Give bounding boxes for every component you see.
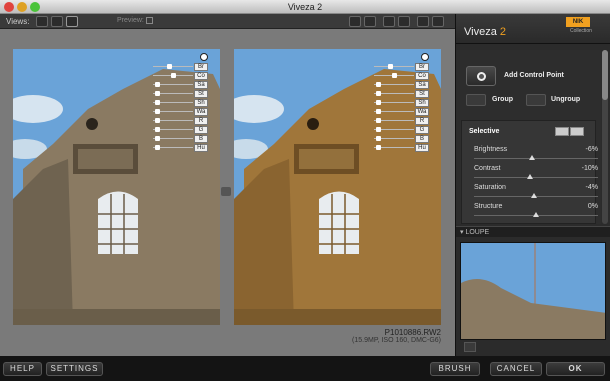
control-point-after[interactable]: Br Co Sa St Sh Wa R G B Hu (374, 53, 434, 153)
cp-slider-red[interactable]: R (153, 117, 213, 125)
slider-label: Saturation (474, 184, 506, 191)
single-view-icon[interactable] (36, 16, 48, 27)
nik-logo: NIK (566, 17, 590, 27)
slider-contrast[interactable]: Contrast -10% (474, 165, 598, 182)
loupe-label: ▾ LOUPE (460, 229, 490, 236)
ungroup-button[interactable]: Ungroup (551, 96, 580, 103)
viveza-window: Viveza 2 Views: Preview: Br Co Sa St Sh … (0, 0, 610, 381)
ok-button[interactable]: OK (546, 362, 605, 376)
after-photo[interactable]: Br Co Sa St Sh Wa R G B Hu (234, 49, 441, 325)
close-window-button[interactable] (4, 2, 14, 12)
group-icon[interactable] (466, 94, 486, 106)
slider-label: Contrast (474, 165, 501, 172)
background-icon[interactable] (417, 16, 429, 27)
arrow-tool-icon[interactable] (349, 16, 361, 27)
slider-thumb[interactable] (533, 212, 539, 217)
bottom-bar: HELP SETTINGS BRUSH CANCEL OK (0, 356, 610, 381)
cp-slider-shadow[interactable]: Sh (153, 99, 213, 107)
cp-slider-warmth[interactable]: Wa (374, 108, 434, 116)
control-point-handle[interactable] (200, 53, 208, 61)
copy-icon[interactable] (555, 127, 569, 136)
side-by-side-view-icon[interactable] (66, 16, 78, 27)
loupe-image (461, 243, 605, 339)
cp-slider-green[interactable]: G (153, 126, 213, 134)
cp-slider-brightness[interactable]: Br (374, 63, 434, 71)
image-filename: P1010886.RW2 (384, 328, 441, 337)
cp-slider-saturation[interactable]: Sa (153, 81, 213, 89)
group-button[interactable]: Group (492, 96, 513, 103)
window-title: Viveza 2 (287, 2, 323, 12)
slider-thumb[interactable] (526, 174, 533, 179)
zoom-out-icon[interactable] (398, 16, 410, 27)
slider-saturation[interactable]: Saturation -4% (474, 184, 598, 201)
zoom-in-icon[interactable] (383, 16, 395, 27)
cancel-button[interactable]: CANCEL (490, 362, 542, 376)
settings-button[interactable]: SETTINGS (46, 362, 103, 376)
cp-slider-contrast[interactable]: Co (153, 72, 213, 80)
app-name: Viveza 2 (464, 26, 507, 38)
cp-slider-contrast[interactable]: Co (374, 72, 434, 80)
cp-slider-blue[interactable]: B (374, 135, 434, 143)
loupe-header[interactable]: ▾ LOUPE (456, 226, 610, 237)
nik-collection-label: Collection (570, 28, 592, 34)
control-sidebar: Viveza 2 NIK Collection Add Control Poin… (455, 14, 610, 356)
brush-button[interactable]: BRUSH (430, 362, 480, 376)
image-info: P1010886.RW2 (15.9MP, ISO 160, DMC-G6) (300, 328, 441, 344)
minimize-window-button[interactable] (17, 2, 27, 12)
control-panel: Add Control Point Group Ungroup Selectiv… (456, 50, 601, 224)
image-metadata: (15.9MP, ISO 160, DMC-G6) (352, 337, 441, 344)
slider-track[interactable] (474, 158, 598, 159)
slider-value: -4% (585, 184, 598, 191)
ungroup-icon[interactable] (526, 94, 546, 106)
sidebar-scrollbar[interactable] (602, 50, 608, 224)
cp-slider-structure[interactable]: St (374, 90, 434, 98)
cp-slider-hue[interactable]: Hu (153, 144, 213, 152)
loupe-view[interactable] (460, 242, 606, 340)
preview-checkbox[interactable] (146, 17, 153, 24)
cp-slider-green[interactable]: G (374, 126, 434, 134)
slider-brightness[interactable]: Brightness -6% (474, 146, 598, 163)
slider-label: Brightness (474, 146, 508, 153)
slider-thumb[interactable] (530, 193, 537, 198)
add-control-point-label: Add Control Point (504, 72, 564, 79)
slider-value: -6% (585, 146, 598, 153)
cp-slider-structure[interactable]: St (153, 90, 213, 98)
pin-icon[interactable] (464, 342, 476, 352)
main-toolbar: Views: Preview: (0, 14, 455, 29)
help-button[interactable]: HELP (3, 362, 42, 376)
slider-structure[interactable]: Structure 0% (474, 203, 598, 220)
cp-slider-saturation[interactable]: Sa (374, 81, 434, 89)
slider-value: -10% (581, 165, 598, 172)
sidebar-scrollbar-thumb[interactable] (602, 50, 608, 100)
preview-label: Preview: (117, 17, 144, 24)
cp-slider-warmth[interactable]: Wa (153, 108, 213, 116)
hand-tool-icon[interactable] (364, 16, 376, 27)
image-canvas[interactable]: Br Co Sa St Sh Wa R G B Hu Br Co Sa St S… (0, 29, 455, 356)
control-point-icon (477, 72, 486, 81)
slider-label: Structure (474, 203, 503, 210)
loupe-toggle-icon[interactable] (432, 16, 444, 27)
cp-slider-blue[interactable]: B (153, 135, 213, 143)
control-point[interactable]: Br Co Sa St Sh Wa R G B Hu (153, 53, 213, 153)
cp-slider-hue[interactable]: Hu (374, 144, 434, 152)
views-label: Views: (6, 17, 30, 26)
slider-value: 0% (587, 203, 598, 210)
cp-slider-brightness[interactable]: Br (153, 63, 213, 71)
sidebar-header: Viveza 2 NIK Collection (456, 14, 610, 44)
selective-panel: Selective Brightness -6% Contrast -10% Satur… (461, 120, 598, 224)
split-view-icon[interactable] (51, 16, 63, 27)
selective-label: Selective (469, 128, 500, 135)
zoom-window-button[interactable] (30, 2, 40, 12)
sync-icon[interactable] (221, 187, 231, 196)
slider-track[interactable] (474, 177, 598, 178)
control-point-handle[interactable] (421, 53, 429, 61)
cp-slider-red[interactable]: R (374, 117, 434, 125)
before-photo[interactable]: Br Co Sa St Sh Wa R G B Hu (13, 49, 220, 325)
cp-slider-shadow[interactable]: Sh (374, 99, 434, 107)
add-control-point-button[interactable] (466, 66, 496, 86)
paste-icon[interactable] (570, 127, 584, 136)
title-bar: Viveza 2 (0, 0, 610, 14)
slider-thumb[interactable] (529, 155, 536, 160)
